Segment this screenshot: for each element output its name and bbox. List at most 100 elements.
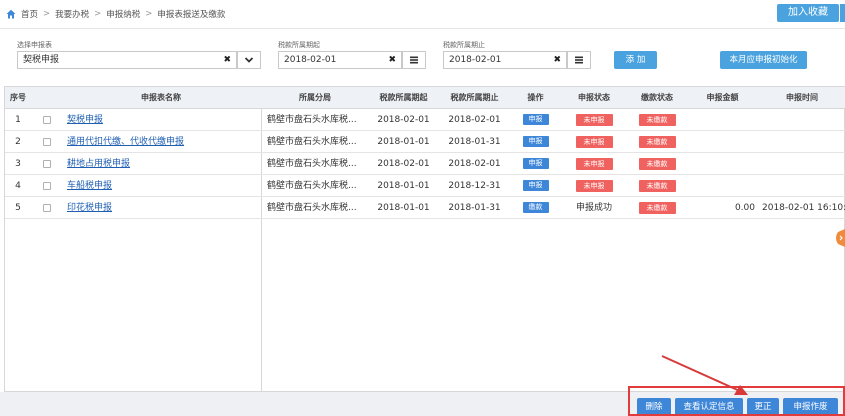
declare-action-button[interactable]: 申报	[522, 180, 549, 191]
decl-status-badge: 未申报	[575, 157, 613, 170]
period-end-cell: 2018-02-01	[448, 115, 501, 125]
report-name-link[interactable]: 印花税申报	[67, 197, 257, 219]
table-row: 4 车船税申报 鹤壁市盘石头水库税... 2018-01-01 2018-12-…	[5, 175, 845, 197]
row-checkbox[interactable]	[43, 182, 51, 190]
clear-icon[interactable]: ✖	[553, 52, 561, 68]
pay-status-badge: 未缴款	[638, 179, 676, 192]
home-icon[interactable]	[6, 9, 16, 19]
chevron-down-icon[interactable]	[237, 51, 261, 69]
amount-cell	[687, 131, 755, 153]
row-checkbox[interactable]	[43, 138, 51, 146]
branch-cell: 鹤壁市盘石头水库税...	[267, 181, 357, 191]
table-header: 序号 申报表名称 所属分局 税款所属期起 税款所属期止 操作 申报状态 缴款状态…	[5, 87, 845, 109]
period-end-label: 税款所属期止	[443, 41, 485, 49]
decl-status-badge: 未申报	[575, 135, 613, 148]
row-checkbox[interactable]	[43, 116, 51, 124]
clear-icon[interactable]: ✖	[388, 52, 396, 68]
col-header-end[interactable]: 税款所属期止	[439, 87, 510, 109]
col-header-time[interactable]: 申报时间	[758, 87, 845, 109]
period-end-value: 2018-02-01	[449, 55, 502, 65]
row-no: 2	[15, 137, 21, 147]
period-end-cell: 2018-12-31	[448, 181, 501, 191]
clear-icon[interactable]: ✖	[223, 52, 231, 68]
decl-status-text: 申报成功	[575, 203, 612, 213]
branch-cell: 鹤壁市盘石头水库税...	[267, 137, 357, 147]
add-favorite-button[interactable]: 加入收藏	[777, 4, 839, 22]
monthly-init-button[interactable]: 本月应申报初始化	[720, 51, 807, 69]
col-header-check	[31, 87, 61, 109]
pay-status-badge: 未缴款	[638, 157, 676, 170]
row-no: 4	[15, 181, 21, 191]
breadcrumb-bar: 首页 > 我要办税 > 申报纳税 > 申报表报送及缴款 加入收藏	[0, 0, 845, 26]
add-button[interactable]: 添 加	[614, 51, 657, 69]
report-type-select[interactable]: 契税申报 ✖	[17, 51, 237, 69]
calendar-menu-icon[interactable]	[567, 51, 591, 69]
declare-action-button[interactable]: 申报	[522, 158, 549, 169]
favorite-tail-icon[interactable]	[840, 4, 845, 22]
period-end-cell: 2018-01-31	[448, 203, 501, 213]
period-start-input[interactable]: 2018-02-01 ✖	[278, 51, 402, 69]
table-row: 2 通用代扣代缴、代收代缴申报 鹤壁市盘石头水库税... 2018-01-01 …	[5, 131, 845, 153]
period-start-cell: 2018-01-01	[377, 203, 430, 213]
col-header-name[interactable]: 申报表名称	[61, 87, 261, 109]
amount-cell	[687, 175, 755, 197]
table-row: 3 耕地占用税申报 鹤壁市盘石头水库税... 2018-02-01 2018-0…	[5, 153, 845, 175]
decl-status-badge: 未申报	[575, 113, 613, 126]
breadcrumb-declare-pay[interactable]: 申报纳税	[106, 8, 140, 20]
pay-status-badge: 未缴款	[638, 135, 676, 148]
side-toggle-icon[interactable]	[834, 229, 845, 247]
period-start-cell: 2018-02-01	[377, 159, 430, 169]
calendar-menu-icon[interactable]	[402, 51, 426, 69]
breadcrumb-separator: >	[94, 9, 102, 19]
branch-cell: 鹤壁市盘石头水库税...	[267, 115, 357, 125]
breadcrumb-current: 申报表报送及缴款	[157, 10, 226, 20]
period-end-input[interactable]: 2018-02-01 ✖	[443, 51, 567, 69]
declaration-table: 序号 申报表名称 所属分局 税款所属期起 税款所属期止 操作 申报状态 缴款状态…	[4, 86, 845, 393]
period-end-cell: 2018-01-31	[448, 137, 501, 147]
amount-cell	[687, 153, 755, 175]
row-checkbox[interactable]	[43, 204, 51, 212]
period-start-cell: 2018-02-01	[377, 115, 430, 125]
row-no: 1	[15, 115, 21, 125]
table-row: 1 契税申报 鹤壁市盘石头水库税... 2018-02-01 2018-02-0…	[5, 109, 845, 131]
report-name-link[interactable]: 车船税申报	[67, 175, 257, 197]
branch-cell: 鹤壁市盘石头水库税...	[267, 203, 357, 213]
declare-action-button[interactable]: 申报	[522, 114, 549, 125]
col-header-action: 操作	[527, 93, 544, 102]
period-start-cell: 2018-01-01	[377, 137, 430, 147]
col-header-amount[interactable]: 申报金额	[687, 87, 758, 109]
breadcrumb-home[interactable]: 首页	[21, 8, 38, 20]
pay-action-button[interactable]: 缴款	[522, 202, 549, 213]
col-header-start[interactable]: 税款所属期起	[368, 87, 439, 109]
breadcrumb: 首页 > 我要办税 > 申报纳税 > 申报表报送及缴款	[6, 8, 225, 20]
col-header-decl-status[interactable]: 申报状态	[561, 87, 627, 109]
col-header-pay-status[interactable]: 缴款状态	[627, 87, 687, 109]
row-no: 5	[15, 203, 21, 213]
period-start-cell: 2018-01-01	[377, 181, 430, 191]
report-name-link[interactable]: 通用代扣代缴、代收代缴申报	[67, 131, 257, 153]
time-cell	[762, 109, 845, 131]
breadcrumb-separator: >	[145, 9, 153, 19]
period-start-value: 2018-02-01	[284, 55, 337, 65]
time-cell	[762, 153, 845, 175]
row-no: 3	[15, 159, 21, 169]
breadcrumb-tax-handling[interactable]: 我要办税	[55, 8, 89, 20]
report-name-link[interactable]: 契税申报	[67, 109, 257, 131]
col-header-branch[interactable]: 所属分局	[262, 87, 368, 109]
report-type-label: 选择申报表	[17, 41, 52, 49]
time-cell	[762, 175, 845, 197]
table-row: 5 印花税申报 鹤壁市盘石头水库税... 2018-01-01 2018-01-…	[5, 197, 845, 219]
breadcrumb-separator: >	[43, 9, 51, 19]
period-start-label: 税款所属期起	[278, 41, 320, 49]
pay-status-badge: 未缴款	[638, 201, 676, 214]
annotation-arrow-icon	[661, 355, 748, 395]
time-cell: 2018-02-01 16:10:14	[762, 203, 845, 213]
declare-action-button[interactable]: 申报	[522, 136, 549, 147]
amount-cell: 0.00	[734, 203, 755, 213]
report-name-link[interactable]: 耕地占用税申报	[67, 153, 257, 175]
filter-panel: 选择申报表 契税申报 ✖ 税款所属期起 2018-02-01 ✖ 税款所属期止 …	[0, 28, 845, 80]
row-checkbox[interactable]	[43, 160, 51, 168]
time-cell	[762, 131, 845, 153]
branch-cell: 鹤壁市盘石头水库税...	[267, 159, 357, 169]
amount-cell	[687, 109, 755, 131]
